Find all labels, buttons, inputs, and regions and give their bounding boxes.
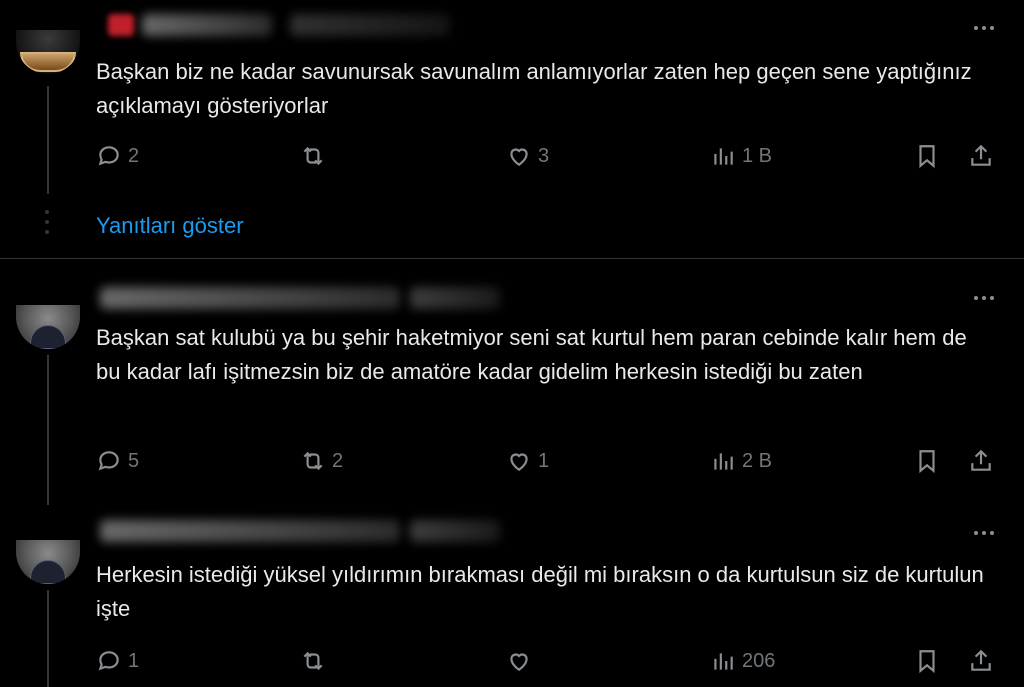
handle-redacted xyxy=(410,287,500,309)
reply-icon xyxy=(98,651,119,671)
reply-button[interactable]: 2 xyxy=(96,143,139,169)
views-icon xyxy=(714,653,733,670)
views-count: 1 B xyxy=(742,144,773,167)
reply-count: 1 xyxy=(128,649,140,672)
retweet-icon xyxy=(303,146,323,166)
reply-count: 5 xyxy=(128,449,140,472)
reply-3[interactable]: Herkesin istediği yüksel yıldırımın bıra… xyxy=(0,500,1024,687)
retweet-button[interactable]: 2 xyxy=(300,448,343,474)
avatar[interactable] xyxy=(16,305,80,349)
retweet-button[interactable] xyxy=(300,648,332,674)
like-icon xyxy=(510,653,528,671)
bookmark-icon xyxy=(919,650,935,674)
more-icon[interactable] xyxy=(974,26,994,30)
username-redacted xyxy=(100,520,400,542)
retweet-button[interactable] xyxy=(300,143,332,169)
bookmark-button[interactable] xyxy=(914,648,940,674)
handle-redacted xyxy=(290,14,450,36)
views-count: 206 xyxy=(742,649,776,672)
thread-line xyxy=(47,355,49,505)
reply-2[interactable]: Başkan sat kulubü ya bu şehir haketmiyor… xyxy=(0,259,1024,505)
bookmark-icon xyxy=(919,145,935,169)
views-icon xyxy=(714,148,733,165)
more-icon[interactable] xyxy=(974,296,994,300)
share-icon xyxy=(971,649,991,671)
retweet-icon xyxy=(303,651,323,671)
bookmark-button[interactable] xyxy=(914,143,940,169)
like-count: 1 xyxy=(538,449,550,472)
views-icon xyxy=(714,453,733,470)
reply-icon xyxy=(98,451,119,471)
thread-dots xyxy=(45,210,49,234)
views-count: 2 B xyxy=(742,449,773,472)
share-button[interactable] xyxy=(968,143,994,169)
reply-count: 2 xyxy=(128,144,140,167)
handle-redacted xyxy=(410,520,500,542)
bookmark-icon xyxy=(919,450,935,474)
like-button[interactable]: 1 xyxy=(506,448,549,474)
more-icon[interactable] xyxy=(974,531,994,535)
share-button[interactable] xyxy=(968,648,994,674)
reply-1[interactable]: Başkan biz ne kadar savunursak savunalım… xyxy=(0,0,1024,258)
username-redacted xyxy=(100,287,400,309)
username-redacted xyxy=(142,14,272,36)
like-icon xyxy=(510,148,528,166)
thread-line xyxy=(47,86,49,194)
avatar[interactable] xyxy=(16,30,80,74)
like-button[interactable]: 3 xyxy=(506,143,549,169)
reply-button[interactable]: 5 xyxy=(96,448,139,474)
like-button[interactable] xyxy=(506,648,538,674)
avatar[interactable] xyxy=(16,540,80,584)
reply-icon xyxy=(98,146,119,166)
share-icon xyxy=(971,144,991,166)
reply-text: Başkan sat kulubü ya bu şehir haketmiyor… xyxy=(96,325,967,384)
share-button[interactable] xyxy=(968,448,994,474)
reply-button[interactable]: 1 xyxy=(96,648,139,674)
retweet-count: 2 xyxy=(332,449,344,472)
like-count: 3 xyxy=(538,144,550,167)
retweet-icon xyxy=(303,451,323,471)
show-replies-link[interactable]: Yanıtları göster xyxy=(96,213,244,239)
reply-text: Başkan biz ne kadar savunursak savunalım… xyxy=(96,59,972,118)
share-icon xyxy=(971,449,991,471)
like-icon xyxy=(510,453,528,471)
views-button[interactable]: 2 B xyxy=(710,448,772,474)
views-button[interactable]: 1 B xyxy=(710,143,772,169)
bookmark-button[interactable] xyxy=(914,448,940,474)
username-redacted xyxy=(108,14,134,36)
reply-text: Herkesin istediği yüksel yıldırımın bıra… xyxy=(96,562,984,621)
views-button[interactable]: 206 xyxy=(710,648,775,674)
